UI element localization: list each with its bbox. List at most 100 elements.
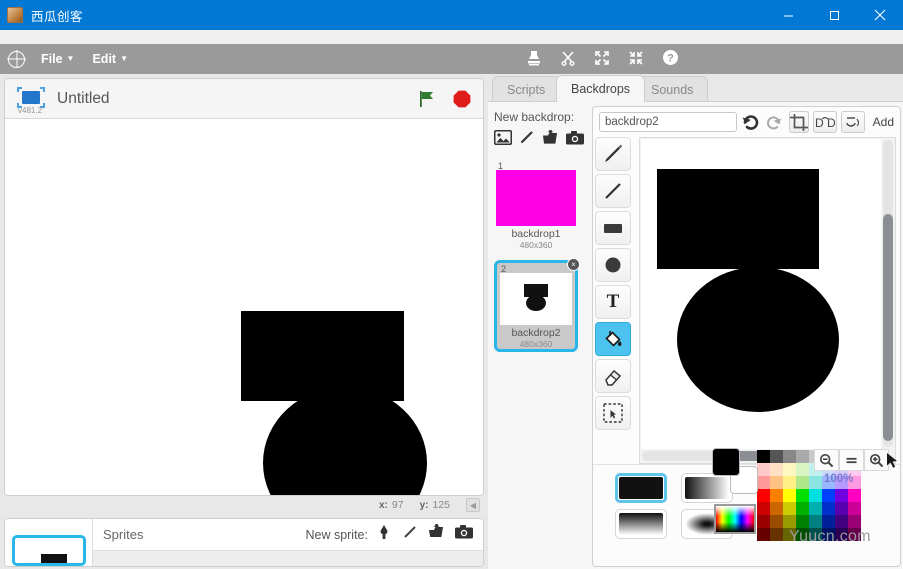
palette-color-47[interactable] [848, 515, 861, 528]
menu-edit[interactable]: Edit ▼ [92, 52, 128, 66]
palette-color-42[interactable] [783, 515, 796, 528]
fill-style-vertical-gradient[interactable] [615, 509, 667, 539]
backdrop-1-number: 1 [498, 161, 504, 171]
line-tool[interactable] [595, 174, 631, 208]
fill-tool[interactable] [595, 322, 631, 356]
project-title[interactable]: Untitled [57, 90, 110, 108]
palette-color-41[interactable] [770, 515, 783, 528]
select-tool[interactable] [595, 396, 631, 430]
close-icon[interactable]: × [567, 258, 580, 271]
palette-color-33[interactable] [770, 502, 783, 515]
palette-color-46[interactable] [835, 515, 848, 528]
palette-color-17[interactable] [770, 476, 783, 489]
palette-color-16[interactable] [757, 476, 770, 489]
shrink-icon[interactable] [628, 50, 644, 69]
stage-selector[interactable] [5, 519, 93, 566]
canvas-vertical-scroll-thumb[interactable] [883, 213, 893, 441]
palette-color-37[interactable] [822, 502, 835, 515]
stop-sign-icon[interactable] [453, 90, 471, 108]
palette-color-25[interactable] [770, 489, 783, 502]
close-button[interactable] [857, 0, 903, 30]
upload-sprite-icon[interactable] [428, 524, 445, 545]
minimize-button[interactable] [765, 0, 811, 30]
ellipse-tool[interactable] [595, 248, 631, 282]
zoom-reset-icon[interactable] [839, 449, 864, 471]
stamp-icon[interactable] [526, 50, 542, 69]
palette-color-11[interactable] [796, 463, 809, 476]
palette-color-0[interactable] [757, 450, 770, 463]
eraser-tool[interactable] [595, 359, 631, 393]
sprite-list-body[interactable] [93, 551, 483, 566]
paint-new-sprite-icon[interactable] [376, 524, 392, 545]
palette-color-19[interactable] [796, 476, 809, 489]
paint-icon[interactable] [519, 130, 535, 150]
palette-color-38[interactable] [835, 502, 848, 515]
palette-color-45[interactable] [822, 515, 835, 528]
backdrop-item-1[interactable]: 1 backdrop1 480x360 [494, 160, 578, 252]
tab-sounds[interactable]: Sounds [636, 76, 709, 102]
palette-color-40[interactable] [757, 515, 770, 528]
paint-toolbar: DD Add [593, 107, 900, 137]
scissors-icon[interactable] [560, 50, 576, 69]
menu-file[interactable]: File ▼ [41, 52, 74, 66]
redo-icon[interactable] [765, 111, 785, 133]
camera-sprite-icon[interactable] [455, 525, 473, 544]
add-button[interactable]: Add [873, 115, 894, 129]
palette-color-26[interactable] [783, 489, 796, 502]
maximize-button[interactable] [811, 0, 857, 30]
palette-color-44[interactable] [809, 515, 822, 528]
backdrop-name-input[interactable] [599, 112, 737, 132]
palette-color-2[interactable] [783, 450, 796, 463]
upload-icon[interactable] [542, 130, 559, 150]
palette-color-39[interactable] [848, 502, 861, 515]
flip-vertical-icon[interactable] [840, 111, 865, 133]
palette-color-10[interactable] [783, 463, 796, 476]
palette-color-8[interactable] [757, 463, 770, 476]
text-tool[interactable]: T [595, 285, 631, 319]
palette-color-30[interactable] [835, 489, 848, 502]
palette-color-49[interactable] [770, 528, 783, 541]
palette-color-3[interactable] [796, 450, 809, 463]
color-picker-gradient[interactable] [714, 504, 756, 534]
palette-color-34[interactable] [783, 502, 796, 515]
collapse-arrow-icon[interactable]: ◀ [466, 498, 480, 512]
palette-color-32[interactable] [757, 502, 770, 515]
palette-color-48[interactable] [757, 528, 770, 541]
foreground-color-swatch[interactable] [712, 448, 740, 476]
chevron-down-icon: ▼ [66, 54, 75, 63]
green-flag-icon[interactable] [417, 89, 437, 109]
zoom-out-icon[interactable] [814, 449, 839, 471]
palette-color-9[interactable] [770, 463, 783, 476]
palette-color-24[interactable] [757, 489, 770, 502]
rectangle-tool[interactable] [595, 211, 631, 245]
palette-color-18[interactable] [783, 476, 796, 489]
palette-color-31[interactable] [848, 489, 861, 502]
palette-color-20[interactable] [809, 476, 822, 489]
surprise-sprite-icon[interactable] [402, 524, 418, 545]
canvas-vertical-scrollbar[interactable] [883, 140, 893, 447]
fill-style-horizontal-gradient[interactable] [681, 473, 733, 503]
palette-color-43[interactable] [796, 515, 809, 528]
palette-color-1[interactable] [770, 450, 783, 463]
backdrop-item-2[interactable]: 2 × backdrop2 480x360 [494, 258, 580, 352]
palette-color-29[interactable] [822, 489, 835, 502]
stage-canvas[interactable] [5, 119, 483, 495]
brush-tool[interactable] [595, 137, 631, 171]
tab-backdrops[interactable]: Backdrops [556, 75, 646, 102]
flip-horizontal-icon[interactable]: DD [812, 111, 837, 133]
globe-icon[interactable] [8, 50, 25, 68]
palette-color-28[interactable] [809, 489, 822, 502]
stage-thumbnail[interactable] [11, 535, 86, 566]
paint-canvas[interactable] [641, 139, 881, 449]
fill-style-solid[interactable] [615, 473, 667, 503]
palette-color-36[interactable] [809, 502, 822, 515]
library-icon[interactable] [493, 129, 513, 150]
help-icon[interactable]: ? [662, 49, 679, 69]
palette-color-35[interactable] [796, 502, 809, 515]
undo-icon[interactable] [741, 111, 761, 133]
crop-icon[interactable] [788, 111, 809, 133]
tab-scripts[interactable]: Scripts [492, 76, 561, 102]
palette-color-27[interactable] [796, 489, 809, 502]
grow-icon[interactable] [594, 50, 610, 69]
camera-icon[interactable] [566, 130, 584, 150]
